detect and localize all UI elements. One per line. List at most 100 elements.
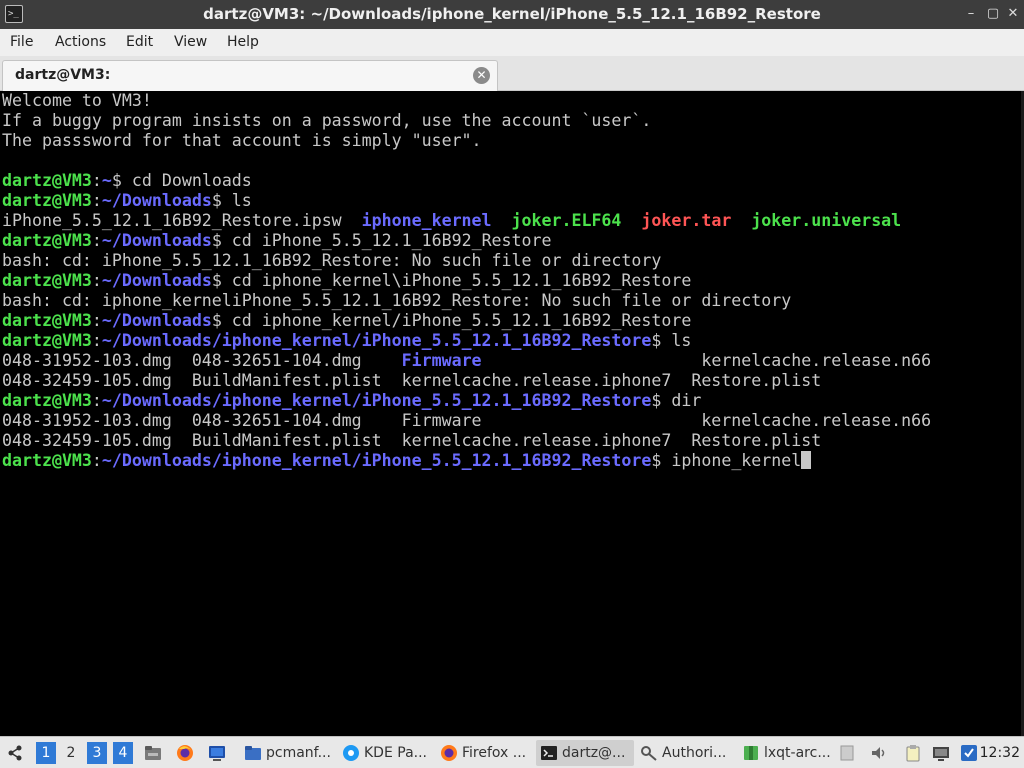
minimize-icon[interactable]: –: [962, 5, 980, 23]
window-title: dartz@VM3: ~/Downloads/iphone_kernel/iPh…: [203, 5, 821, 23]
taskbar-scroll-icon[interactable]: [840, 744, 854, 762]
terminal-line: dartz@VM3:~/Downloads$ cd iphone_kernel/…: [2, 311, 931, 331]
terminal-text: :: [91, 231, 102, 250]
task-terminal[interactable]: dartz@...: [536, 740, 634, 766]
terminal-text: :: [91, 271, 102, 290]
task-label: Authori...: [662, 745, 727, 761]
terminal-text: $ ls: [651, 331, 692, 350]
terminal-line: dartz@VM3:~/Downloads/iphone_kernel/iPho…: [2, 331, 931, 351]
prompt-path: ~/Downloads: [101, 311, 212, 330]
prompt-path: ~/Downloads/iphone_kernel/iPhone_5.5_12.…: [101, 331, 652, 350]
network-icon[interactable]: [932, 744, 950, 762]
prompt-path: ~/Downloads: [101, 231, 212, 250]
menu-view[interactable]: View: [174, 29, 207, 56]
terminal-line: dartz@VM3:~/Downloads/iphone_kernel/iPho…: [2, 451, 931, 471]
terminal-text: iPhone_5.5_12.1_16B92_Restore.ipsw: [2, 211, 362, 230]
menu-actions[interactable]: Actions: [55, 29, 106, 56]
kde-icon: [343, 745, 359, 761]
terminal-tab[interactable]: dartz@VM3: ~/Downloads/ipho...hone_5.5_1…: [2, 60, 498, 112]
terminal-text: $ cd iPhone_5.5_12.1_16B92_Restore: [211, 231, 552, 250]
task-firefox[interactable]: Firefox ...: [436, 740, 534, 766]
terminal-text: $ iphone_kernel: [651, 451, 802, 470]
folder-icon: [245, 746, 261, 760]
terminal-text: $ ls: [211, 191, 252, 210]
terminal-text: If a buggy program insists on a password…: [2, 111, 652, 130]
prompt-path: ~/Downloads/iphone_kernel/iPhone_5.5_12.…: [101, 451, 652, 470]
terminal-line: 048-32459-105.dmg BuildManifest.plist ke…: [2, 431, 931, 451]
terminal-line: iPhone_5.5_12.1_16B92_Restore.ipsw iphon…: [2, 211, 931, 231]
terminal-text: $ cd iphone_kernel/iPhone_5.5_12.1_16B92…: [211, 311, 692, 330]
terminal-text: bash: cd: iphone_kerneliPhone_5.5_12.1_1…: [2, 291, 792, 310]
terminal-text: $ cd iphone_kernel\iPhone_5.5_12.1_16B92…: [211, 271, 692, 290]
terminal-line: bash: cd: iPhone_5.5_12.1_16B92_Restore:…: [2, 251, 931, 271]
key-icon: [641, 746, 657, 761]
archive-icon: [744, 746, 758, 760]
archive-entry: joker.tar: [641, 211, 732, 230]
desktop: >_ dartz@VM3: ~/Downloads/iphone_kernel/…: [0, 0, 1024, 768]
terminal-text: The passsword for that account is simply…: [2, 131, 482, 150]
terminal-line: The passsword for that account is simply…: [2, 131, 931, 151]
menu-help[interactable]: Help: [227, 29, 259, 56]
close-icon[interactable]: ✕: [1004, 5, 1022, 23]
firefox-icon: [441, 745, 457, 761]
prompt-user: dartz@VM3: [2, 271, 92, 290]
directory-entry: iphone_kernel: [361, 211, 492, 230]
volume-icon[interactable]: [870, 744, 888, 762]
show-desktop-icon[interactable]: [208, 744, 226, 762]
terminal-text: 048-32459-105.dmg BuildManifest.plist ke…: [2, 431, 822, 450]
update-icon[interactable]: [960, 744, 978, 762]
prompt-user: dartz@VM3: [2, 171, 92, 190]
terminal-text: $ dir: [651, 391, 702, 410]
maximize-icon[interactable]: ▢: [984, 5, 1002, 23]
terminal-view[interactable]: Welcome to VM3! If a buggy program insist…: [0, 91, 1024, 736]
desktop-4-button[interactable]: 4: [113, 742, 133, 764]
desktop-1-button[interactable]: 1: [36, 742, 56, 764]
prompt-user: dartz@VM3: [2, 451, 92, 470]
terminal-line: dartz@VM3:~/Downloads$ ls: [2, 191, 931, 211]
prompt-user: dartz@VM3: [2, 311, 92, 330]
clipboard-icon[interactable]: [904, 744, 922, 762]
terminal-output: Welcome to VM3! If a buggy program insist…: [2, 91, 931, 471]
terminal-cursor: [801, 451, 812, 469]
menu-edit[interactable]: Edit: [126, 29, 153, 56]
task-label: pcmanf...: [266, 745, 331, 761]
firefox-icon[interactable]: [176, 744, 194, 762]
clock[interactable]: 12:32: [980, 737, 1020, 768]
desktop-2-button[interactable]: 2: [61, 742, 81, 764]
terminal-line: If a buggy program insists on a password…: [2, 111, 931, 131]
terminal-line: 048-31952-103.dmg 048-32651-104.dmg Firm…: [2, 351, 931, 371]
terminal-line: dartz@VM3:~$ cd Downloads: [2, 171, 931, 191]
task-pcmanfm[interactable]: pcmanf...: [240, 740, 336, 766]
terminal-text: Welcome to VM3!: [2, 91, 152, 110]
menu-file[interactable]: File: [10, 29, 33, 56]
app-menu-icon[interactable]: [6, 744, 24, 762]
terminal-text: kernelcache.release.n66: [481, 351, 932, 370]
home-folder-icon[interactable]: [144, 744, 162, 762]
task-authorization[interactable]: Authori...: [636, 740, 736, 766]
terminal-text: :: [91, 391, 102, 410]
window-titlebar[interactable]: >_ dartz@VM3: ~/Downloads/iphone_kernel/…: [0, 0, 1024, 29]
executable-entry: joker.universal: [751, 211, 902, 230]
task-label: Firefox ...: [462, 745, 527, 761]
prompt-path: ~/Downloads: [101, 271, 212, 290]
prompt-user: dartz@VM3: [2, 391, 92, 410]
executable-entry: joker.ELF64: [511, 211, 622, 230]
prompt-user: dartz@VM3: [2, 331, 92, 350]
terminal-text: :: [91, 171, 102, 190]
terminal-line: Welcome to VM3!: [2, 91, 931, 111]
task-label: lxqt-arc...: [764, 745, 831, 761]
terminal-line: dartz@VM3:~/Downloads/iphone_kernel/iPho…: [2, 391, 931, 411]
menu-bar: File Actions Edit View Help: [0, 29, 1024, 56]
task-label: dartz@...: [562, 745, 626, 761]
tab-bar: dartz@VM3: ~/Downloads/ipho...hone_5.5_1…: [0, 56, 1024, 112]
task-kde-partition[interactable]: KDE Pa...: [338, 740, 434, 766]
task-lxqt-archiver[interactable]: lxqt-arc...: [738, 740, 836, 766]
desktop-3-button[interactable]: 3: [87, 742, 107, 764]
terminal-text: 048-31952-103.dmg 048-32651-104.dmg: [2, 351, 402, 370]
tab-close-icon[interactable]: ✕: [473, 67, 490, 84]
terminal-line: dartz@VM3:~/Downloads$ cd iPhone_5.5_12.…: [2, 231, 931, 251]
terminal-line: 048-32459-105.dmg BuildManifest.plist ke…: [2, 371, 931, 391]
task-label: KDE Pa...: [364, 745, 427, 761]
